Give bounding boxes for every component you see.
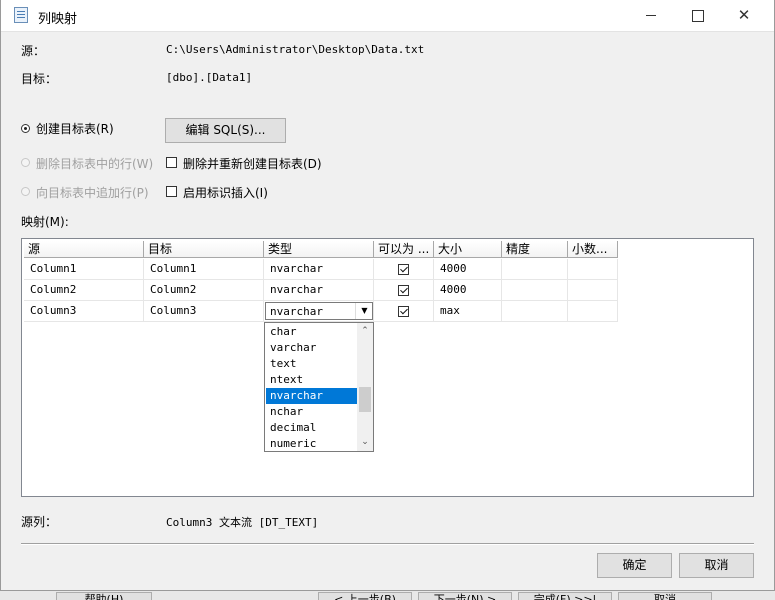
- cell-scale[interactable]: [568, 259, 618, 280]
- create-table-radio[interactable]: [21, 124, 30, 133]
- cell-source[interactable]: Column2: [24, 280, 144, 301]
- cell-nullable[interactable]: [374, 259, 434, 280]
- column-header-target[interactable]: 目标: [144, 241, 264, 258]
- drop-recreate-label[interactable]: 删除并重新创建目标表(D): [183, 155, 322, 172]
- column-header-scale[interactable]: 小数...: [568, 241, 618, 258]
- type-option[interactable]: varchar: [266, 340, 357, 356]
- edit-sql-button[interactable]: 编辑 SQL(S)...: [165, 118, 286, 143]
- window-border: [0, 0, 1, 590]
- cell-precision[interactable]: [502, 280, 568, 301]
- maximize-button[interactable]: [675, 0, 721, 31]
- maximize-icon: [692, 9, 704, 22]
- column-header-size[interactable]: 大小: [434, 241, 502, 258]
- create-table-label[interactable]: 创建目标表(R): [36, 120, 114, 137]
- cell-size[interactable]: 4000: [434, 280, 502, 301]
- nullable-checkbox[interactable]: [398, 306, 409, 317]
- minimize-button[interactable]: [628, 0, 674, 31]
- dropdown-arrow-icon[interactable]: ▼: [355, 303, 373, 319]
- cell-size[interactable]: 4000: [434, 259, 502, 280]
- cell-type[interactable]: nvarchar: [264, 259, 374, 280]
- title-bar: 列映射 ✕: [0, 0, 775, 32]
- mapping-grid[interactable]: 源 目标 类型 可以为 ... 大小 精度 小数... Column1 Colu…: [21, 238, 754, 497]
- delete-rows-radio[interactable]: [21, 158, 30, 167]
- type-option[interactable]: char: [266, 324, 357, 340]
- type-option-selected[interactable]: nvarchar: [266, 388, 357, 404]
- divider: [21, 543, 754, 545]
- type-option[interactable]: text: [266, 356, 357, 372]
- cell-nullable[interactable]: [374, 280, 434, 301]
- cell-source[interactable]: Column1: [24, 259, 144, 280]
- close-button[interactable]: ✕: [721, 0, 767, 31]
- cell-size[interactable]: max: [434, 301, 502, 322]
- append-rows-radio[interactable]: [21, 187, 30, 196]
- cell-target[interactable]: Column2: [144, 280, 264, 301]
- source-path: C:\Users\Administrator\Desktop\Data.txt: [166, 43, 425, 56]
- scroll-up-icon[interactable]: ⌃: [357, 323, 373, 339]
- nullable-checkbox[interactable]: [398, 285, 409, 296]
- cell-target[interactable]: Column1: [144, 259, 264, 280]
- close-icon: ✕: [737, 6, 751, 24]
- type-dropdown-list[interactable]: char varchar text ntext nvarchar nchar d…: [264, 322, 374, 452]
- column-header-source[interactable]: 源: [24, 241, 144, 258]
- cell-nullable[interactable]: [374, 301, 434, 322]
- column-header-precision[interactable]: 精度: [502, 241, 568, 258]
- window-title: 列映射: [38, 12, 78, 27]
- cell-scale[interactable]: [568, 280, 618, 301]
- drop-recreate-checkbox[interactable]: [166, 157, 177, 168]
- identity-insert-label[interactable]: 启用标识插入(I): [183, 184, 268, 201]
- cell-scale[interactable]: [568, 301, 618, 322]
- delete-rows-label[interactable]: 删除目标表中的行(W): [36, 155, 153, 172]
- source-column-value: Column3 文本流 [DT_TEXT]: [166, 516, 319, 529]
- cell-type[interactable]: nvarchar ▼: [264, 301, 374, 322]
- dropdown-scrollbar[interactable]: ⌃ ⌄: [357, 323, 373, 451]
- type-option[interactable]: ntext: [266, 372, 357, 388]
- column-header-type[interactable]: 类型: [264, 241, 374, 258]
- append-rows-label[interactable]: 向目标表中追加行(P): [36, 184, 149, 201]
- scrollbar-thumb[interactable]: [359, 387, 371, 412]
- cell-source[interactable]: Column3: [24, 301, 144, 322]
- type-option[interactable]: decimal: [266, 420, 357, 436]
- mapping-label: 映射(M):: [21, 215, 69, 229]
- target-table: [dbo].[Data1]: [166, 71, 253, 84]
- type-option[interactable]: numeric: [266, 436, 357, 452]
- identity-insert-checkbox[interactable]: [166, 186, 177, 197]
- minimize-icon: [646, 15, 656, 16]
- type-option[interactable]: nchar: [266, 404, 357, 420]
- source-column-label: 源列：: [21, 515, 58, 529]
- table-icon: [14, 7, 28, 23]
- cell-target[interactable]: Column3: [144, 301, 264, 322]
- cancel-button[interactable]: 取消: [679, 553, 754, 578]
- ok-button[interactable]: 确定: [597, 553, 672, 578]
- column-header-nullable[interactable]: 可以为 ...: [374, 241, 434, 258]
- nullable-checkbox[interactable]: [398, 264, 409, 275]
- cell-precision[interactable]: [502, 301, 568, 322]
- cell-type[interactable]: nvarchar: [264, 280, 374, 301]
- cell-precision[interactable]: [502, 259, 568, 280]
- type-combobox-value: nvarchar: [270, 305, 323, 318]
- scroll-down-icon[interactable]: ⌄: [357, 435, 373, 451]
- type-combobox[interactable]: nvarchar ▼: [265, 302, 373, 320]
- target-label: 目标：: [21, 72, 58, 86]
- source-label: 源：: [21, 44, 46, 58]
